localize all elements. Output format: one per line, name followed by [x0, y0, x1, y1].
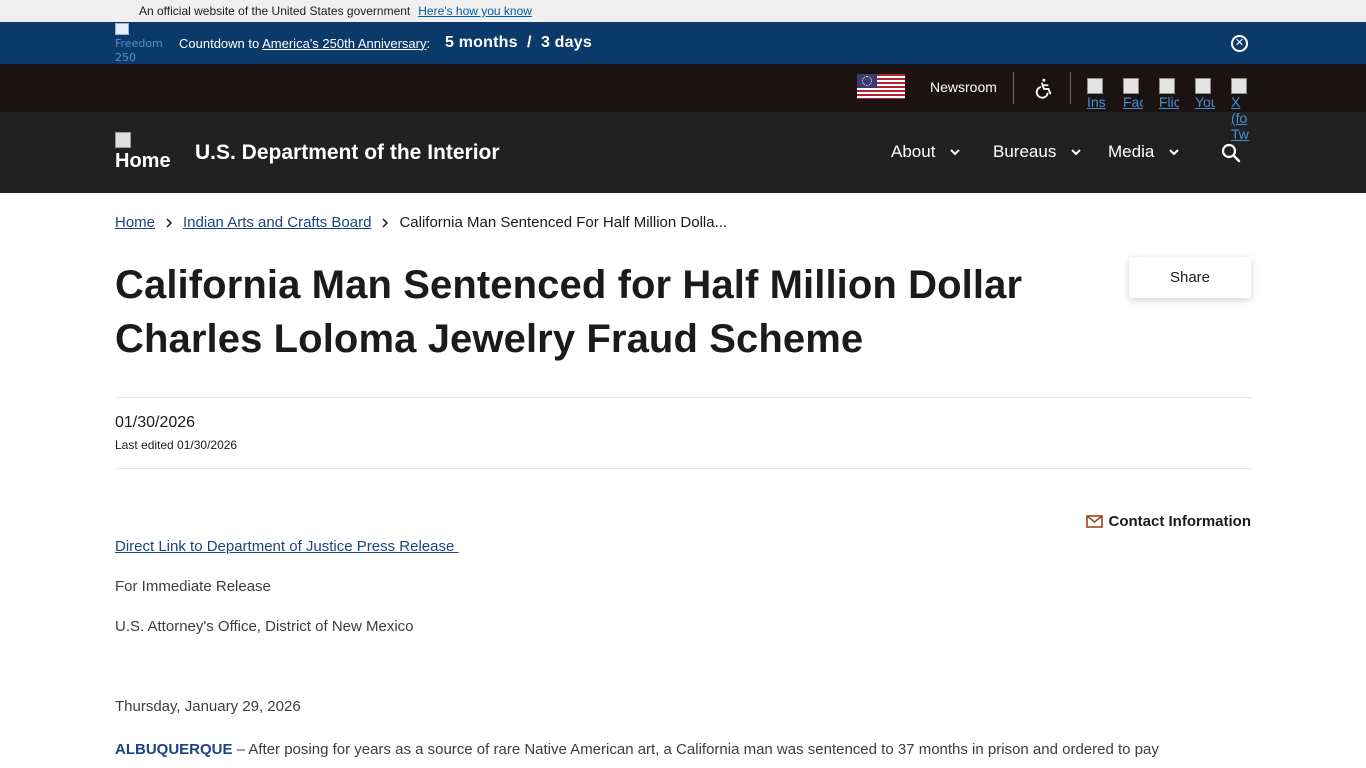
us-flag-icon — [857, 74, 905, 99]
how-you-know-link[interactable]: Here's how you know — [418, 4, 532, 18]
broken-image-icon — [115, 132, 131, 148]
accessibility-icon[interactable] — [1032, 77, 1054, 99]
publish-date: 01/30/2026 — [115, 414, 196, 431]
doj-press-release-link[interactable]: Direct Link to Department of Justice Pre… — [115, 538, 458, 555]
facebook-icon[interactable]: Fac — [1123, 78, 1143, 112]
chevron-right-icon — [166, 217, 173, 228]
official-gov-banner: An official website of the United States… — [0, 0, 1366, 22]
dateline: ALBUQUERQUE — [115, 741, 233, 758]
envelope-icon — [1085, 515, 1103, 528]
instagram-icon[interactable]: Ins — [1087, 78, 1107, 112]
breadcrumb: Home Indian Arts and Crafts Board Califo… — [115, 214, 727, 231]
countdown-bar: Freedom 250 Countdown to America's 250th… — [0, 22, 1366, 64]
anniversary-link[interactable]: America's 250th Anniversary — [262, 36, 426, 51]
release-day: Thursday, January 29, 2026 — [115, 698, 301, 715]
close-icon[interactable]: ✕ — [1231, 35, 1248, 52]
youtube-icon[interactable]: You — [1195, 78, 1215, 112]
divider — [1070, 72, 1071, 104]
x-twitter-icon[interactable]: X (fo Tw — [1231, 78, 1251, 148]
divider — [115, 468, 1251, 469]
newsroom-link[interactable]: Newsroom — [930, 79, 997, 95]
nav-media[interactable]: Media — [1108, 142, 1180, 162]
home-logo-link[interactable]: Home — [115, 132, 185, 182]
main-header: Home U.S. Department of the Interior Abo… — [0, 112, 1366, 193]
site-title[interactable]: U.S. Department of the Interior — [195, 141, 500, 165]
utility-bar: Newsroom Ins Fac Flic You X (fo Tw — [0, 64, 1366, 142]
freedom-250-logo[interactable]: Freedom 250 — [115, 23, 165, 63]
divider — [1013, 72, 1014, 104]
breadcrumb-section[interactable]: Indian Arts and Crafts Board — [183, 214, 371, 231]
nav-bureaus[interactable]: Bureaus — [993, 142, 1082, 162]
breadcrumb-current: California Man Sentenced For Half Millio… — [399, 214, 728, 231]
contact-information-button[interactable]: Contact Information — [1085, 513, 1251, 530]
countdown-timer: 5 months / 3 days — [445, 34, 592, 51]
flickr-icon[interactable]: Flic — [1159, 78, 1179, 112]
lead-text: – After posing for years as a source of … — [232, 741, 1159, 758]
page-title: California Man Sentenced for Half Millio… — [115, 263, 1023, 361]
chevron-right-icon — [382, 217, 389, 228]
broken-image-icon — [115, 23, 129, 35]
chevron-down-icon — [1071, 149, 1082, 156]
last-edited: Last edited 01/30/2026 — [115, 438, 238, 452]
chevron-down-icon — [1169, 149, 1180, 156]
gov-banner-text: An official website of the United States… — [139, 4, 411, 18]
chevron-down-icon — [950, 149, 961, 156]
office-text: U.S. Attorney's Office, District of New … — [115, 618, 414, 635]
release-text: For Immediate Release — [115, 578, 271, 595]
doj-link-paragraph: Direct Link to Department of Justice Pre… — [115, 538, 458, 555]
breadcrumb-home[interactable]: Home — [115, 214, 155, 231]
divider — [115, 397, 1251, 398]
lead-paragraph: ALBUQUERQUE – After posing for years as … — [115, 738, 1251, 762]
nav-about[interactable]: About — [891, 142, 961, 162]
countdown-label: Countdown to America's 250th Anniversary… — [179, 35, 431, 51]
share-button[interactable]: Share — [1129, 257, 1251, 298]
